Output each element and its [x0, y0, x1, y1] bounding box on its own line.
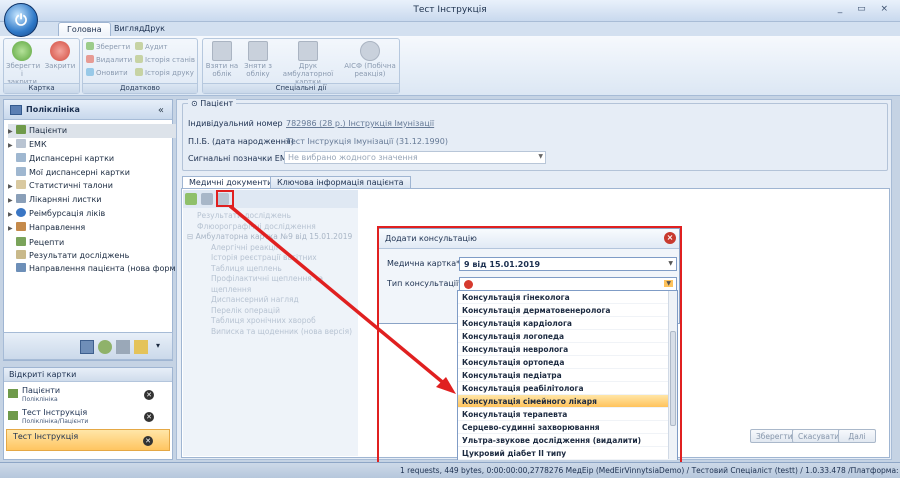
status-text: 1 requests, 449 bytes, 0:00:00:00,277827…: [400, 466, 900, 475]
next-button[interactable]: Далі: [838, 429, 876, 443]
app-orb-button[interactable]: ⏻: [4, 3, 38, 37]
status-bar: 1 requests, 449 bytes, 0:00:00:00,277827…: [0, 462, 900, 478]
highlight-box-dialog: [377, 226, 682, 464]
